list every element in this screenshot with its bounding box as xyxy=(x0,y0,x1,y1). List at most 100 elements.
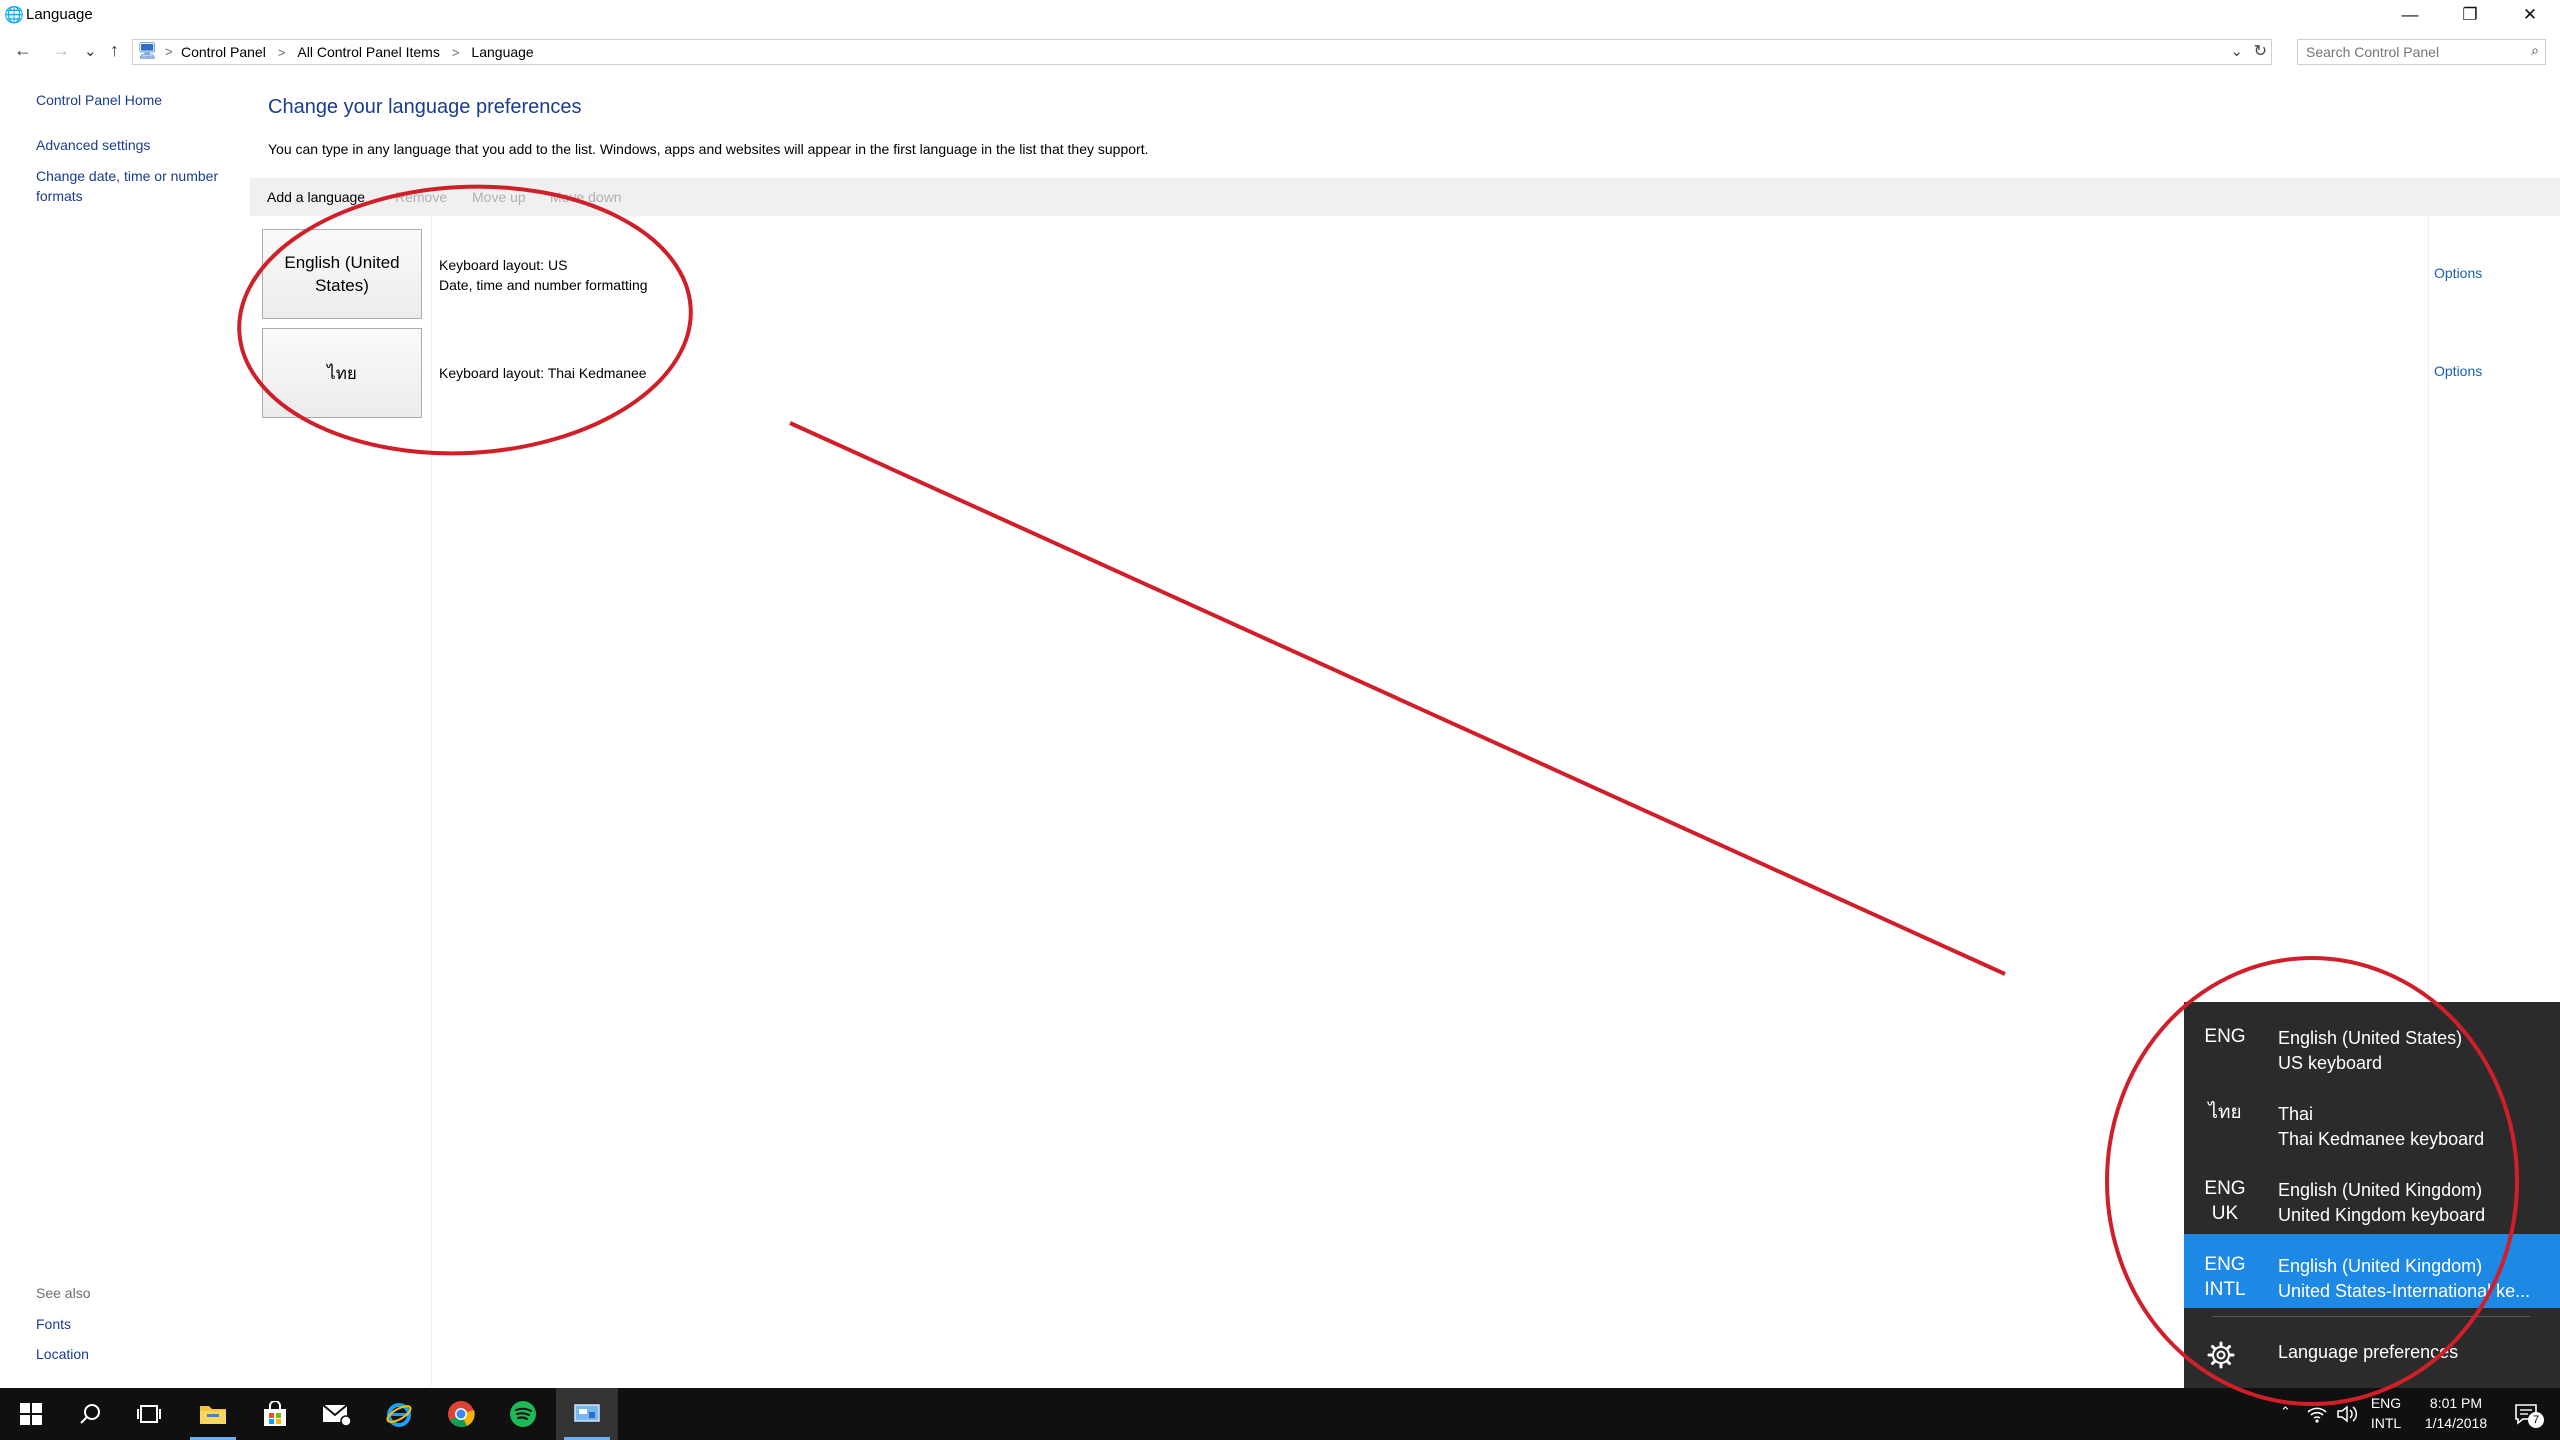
add-language-button[interactable]: Add a language xyxy=(267,189,365,205)
internet-explorer-icon xyxy=(386,1403,412,1427)
close-icon: ✕ xyxy=(2522,5,2538,24)
flyout-language-name: English (United States) xyxy=(2278,1028,2463,1048)
flyout-text: English (United Kingdom) United States-I… xyxy=(2278,1254,2548,1304)
taskbar: ⌃ ENG INTL 8:01 PM 1/14/2018 7 xyxy=(0,1388,2560,1440)
breadcrumb-all-items[interactable]: All Control Panel Items xyxy=(297,44,439,60)
sidebar-item-control-panel-home[interactable]: Control Panel Home xyxy=(36,92,162,108)
breadcrumb-separator: > xyxy=(277,44,286,60)
flyout-keyboard-name: United Kingdom keyboard xyxy=(2278,1205,2486,1225)
flyout-code: ENG xyxy=(2202,1024,2248,1049)
see-also-location[interactable]: Location xyxy=(36,1346,89,1362)
formatting-text: Date, time and number formatting xyxy=(439,277,648,293)
store-button[interactable] xyxy=(244,1388,306,1440)
gear-icon xyxy=(2207,1341,2235,1369)
wifi-icon[interactable] xyxy=(2306,1404,2328,1424)
page-description: You can type in any language that you ad… xyxy=(268,141,1149,157)
task-view-icon xyxy=(137,1405,161,1423)
flyout-language-name: Thai xyxy=(2278,1104,2314,1124)
language-tile-english[interactable]: English (United States) xyxy=(262,229,422,319)
move-up-button[interactable]: Move up xyxy=(472,189,526,205)
breadcrumb-control-panel[interactable]: Control Panel xyxy=(181,44,266,60)
remove-button[interactable]: Remove xyxy=(395,189,447,205)
address-bar[interactable]: 🖥 > Control Panel > All Control Panel It… xyxy=(132,39,2272,65)
close-button[interactable]: ✕ xyxy=(2500,0,2560,30)
file-explorer-button[interactable] xyxy=(182,1388,244,1440)
language-info-english: Keyboard layout: US Date, time and numbe… xyxy=(439,255,648,295)
search-input[interactable] xyxy=(2298,40,2518,64)
minimize-button[interactable]: — xyxy=(2380,0,2440,30)
sidebar-item-change-date-formats[interactable]: Change date, time or number formats xyxy=(36,166,246,206)
forward-button[interactable]: → xyxy=(52,40,70,61)
left-pane: Control Panel Home Advanced settings Cha… xyxy=(0,68,250,1388)
flyout-item-eng-uk[interactable]: ENG UK English (United Kingdom) United K… xyxy=(2184,1158,2560,1232)
flyout-item-eng-intl[interactable]: ENG INTL English (United Kingdom) United… xyxy=(2184,1234,2560,1308)
language-tile-thai[interactable]: ไทย xyxy=(262,328,422,418)
move-down-button[interactable]: Move down xyxy=(550,189,622,205)
keyboard-layout-text: Keyboard layout: US xyxy=(439,257,568,273)
task-view-button[interactable] xyxy=(118,1388,180,1440)
breadcrumb-root-separator: > xyxy=(165,44,173,59)
window-title: Language xyxy=(26,6,93,23)
page-title: Change your language preferences xyxy=(268,96,582,118)
flyout-code-line1: ENG xyxy=(2204,1026,2246,1047)
flyout-code-line1: ไทย xyxy=(2208,1102,2242,1123)
address-dropdown-icon[interactable]: ⌄ xyxy=(2230,42,2243,60)
recent-locations-button[interactable]: ⌄ xyxy=(84,42,97,60)
flyout-item-eng-us[interactable]: ENG English (United States) US keyboard xyxy=(2184,1006,2560,1080)
search-button[interactable] xyxy=(60,1388,122,1440)
sidebar-item-advanced-settings[interactable]: Advanced settings xyxy=(36,137,150,153)
flyout-keyboard-name: US keyboard xyxy=(2278,1053,2383,1073)
flyout-language-name: English (United Kingdom) xyxy=(2278,1180,2483,1200)
chrome-icon xyxy=(448,1401,475,1428)
start-button[interactable] xyxy=(0,1388,62,1440)
input-language-flyout: ENG English (United States) US keyboard … xyxy=(2184,1002,2560,1388)
chrome-button[interactable] xyxy=(430,1388,492,1440)
clock-button[interactable]: 8:01 PM 1/14/2018 xyxy=(2416,1393,2496,1433)
show-hidden-icons-button[interactable]: ⌃ xyxy=(2280,1404,2291,1420)
search-icon[interactable]: ⌕ xyxy=(2531,42,2539,59)
input-indicator-button[interactable]: ENG INTL xyxy=(2368,1393,2404,1433)
control-panel-icon: 🖥 xyxy=(137,43,158,60)
restore-icon: ❐ xyxy=(2462,5,2478,24)
breadcrumb-language[interactable]: Language xyxy=(471,44,533,60)
flyout-code-line2: INTL xyxy=(2204,1279,2246,1300)
internet-explorer-button[interactable] xyxy=(368,1388,430,1440)
see-also-fonts[interactable]: Fonts xyxy=(36,1316,71,1332)
keyboard-layout-text: Keyboard layout: Thai Kedmanee xyxy=(439,365,647,381)
annotation-arrow-line xyxy=(789,421,2006,976)
breadcrumb: Control Panel > All Control Panel Items … xyxy=(181,44,534,60)
action-center-button[interactable]: 7 xyxy=(2508,1398,2548,1432)
address-toolbar: ← → ⌄ ↑ 🖥 > Control Panel > All Control … xyxy=(0,34,2560,68)
language-info-thai: Keyboard layout: Thai Kedmanee xyxy=(439,363,647,383)
spotify-icon xyxy=(510,1401,536,1427)
flyout-language-name: English (United Kingdom) xyxy=(2278,1256,2483,1276)
flyout-item-thai[interactable]: ไทย Thai Thai Kedmanee keyboard xyxy=(2184,1082,2560,1156)
flyout-code: ไทย xyxy=(2202,1100,2248,1125)
flyout-keyboard-name: United States-International ke... xyxy=(2278,1281,2531,1301)
language-preferences-link[interactable]: Language preferences xyxy=(2184,1322,2560,1386)
control-panel-icon xyxy=(574,1404,600,1422)
see-also-heading: See also xyxy=(36,1285,91,1301)
flyout-code: ENG UK xyxy=(2202,1176,2248,1226)
input-indicator-code2: INTL xyxy=(2370,1415,2402,1431)
title-bar: 🌐 Language — ❐ ✕ xyxy=(0,0,2560,30)
flyout-text: Thai Thai Kedmanee keyboard xyxy=(2278,1102,2548,1152)
input-indicator-code1: ENG xyxy=(2370,1395,2402,1411)
language-preferences-label: Language preferences xyxy=(2278,1342,2459,1362)
flyout-separator xyxy=(2212,1316,2530,1317)
options-link-english[interactable]: Options xyxy=(2434,265,2482,281)
up-button[interactable]: ↑ xyxy=(110,40,119,61)
control-panel-taskbar-button[interactable] xyxy=(556,1388,618,1440)
options-link-thai[interactable]: Options xyxy=(2434,363,2482,379)
spotify-button[interactable] xyxy=(492,1388,554,1440)
refresh-icon[interactable]: ↻ xyxy=(2254,41,2267,61)
search-box[interactable]: ⌕ xyxy=(2297,39,2546,65)
folder-icon xyxy=(200,1406,226,1424)
back-button[interactable]: ← xyxy=(14,40,32,61)
windows-logo-icon xyxy=(20,1403,42,1425)
language-toolbar: Add a language Remove Move up Move down xyxy=(250,178,2560,216)
restore-button[interactable]: ❐ xyxy=(2440,0,2500,30)
mail-button[interactable] xyxy=(306,1388,368,1440)
annotation-circle-language-list xyxy=(237,184,693,456)
volume-icon[interactable] xyxy=(2336,1404,2358,1424)
